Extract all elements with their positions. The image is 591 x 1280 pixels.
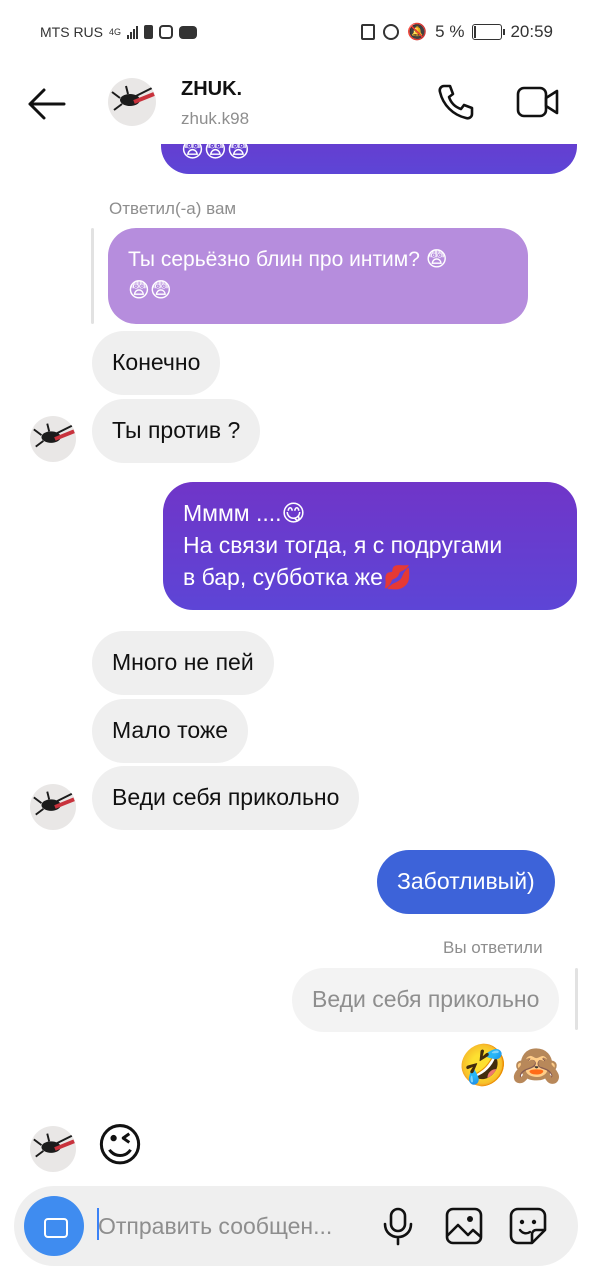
message-text: Веди себя прикольно xyxy=(112,784,340,810)
carrier-label: MTS RUS xyxy=(40,24,103,40)
reply-quote-bubble[interactable]: Веди себя прикольно xyxy=(292,968,560,1032)
instagram-icon xyxy=(159,25,174,39)
battery-icon xyxy=(472,24,506,40)
reply-bar xyxy=(91,228,94,324)
reply-quote-line: 😨😨 xyxy=(128,279,172,302)
message-input[interactable] xyxy=(98,1208,378,1244)
avatar[interactable] xyxy=(108,78,156,126)
message-incoming[interactable]: Конечно xyxy=(92,331,221,395)
nfc-icon xyxy=(361,24,376,40)
avatar[interactable] xyxy=(30,416,76,462)
reply-quote-text: Веди себя прикольно xyxy=(312,986,540,1012)
message-text: Заботливый) xyxy=(397,868,535,894)
message-incoming[interactable]: Веди себя прикольно xyxy=(92,766,360,830)
status-bar: MTS RUS 4G 🔕 5 % 20:59 xyxy=(0,0,591,66)
reply-quote-line: Ты серьёзно блин про интим? 😨 xyxy=(128,248,448,271)
message-incoming[interactable]: Ты против ? xyxy=(92,399,261,463)
contact-username[interactable]: zhuk.k98 xyxy=(181,109,249,129)
message-composer xyxy=(14,1186,578,1266)
message-incoming[interactable]: Много не пей xyxy=(92,631,274,695)
message-outgoing[interactable]: Мммм ....😋 На связи тогда, я с подругами… xyxy=(163,482,577,610)
message-text: Мало тоже xyxy=(112,717,229,743)
back-arrow-icon[interactable] xyxy=(26,86,66,122)
status-left: MTS RUS 4G xyxy=(40,24,198,40)
phone-icon[interactable] xyxy=(436,82,476,122)
chat-header: ZHUK. zhuk.k98 xyxy=(0,66,591,144)
mute-icon: 🔕 xyxy=(407,24,428,41)
message-incoming-emoji[interactable]: 😉 xyxy=(96,1118,144,1172)
microphone-icon[interactable] xyxy=(380,1206,416,1246)
reply-label: Вы ответили xyxy=(443,938,543,957)
reply-bar xyxy=(575,968,578,1030)
battery-percent: 5 % xyxy=(435,22,465,41)
clock: 20:59 xyxy=(510,22,553,41)
avatar[interactable] xyxy=(30,784,76,830)
message-text: в бар, субботка же💋 xyxy=(183,564,412,590)
message-outgoing[interactable]: Заботливый) xyxy=(377,850,555,914)
message-text: Мммм ....😋 xyxy=(183,500,306,526)
message-text: Ты против ? xyxy=(112,417,241,443)
video-call-icon[interactable] xyxy=(516,84,560,120)
network-label: 4G xyxy=(109,27,122,37)
message-incoming[interactable]: Мало тоже xyxy=(92,699,249,763)
gallery-icon[interactable] xyxy=(444,1206,484,1246)
alarm-icon xyxy=(383,24,400,40)
message-text: Много не пей xyxy=(112,649,254,675)
reply-quote-bubble[interactable]: Ты серьёзно блин про интим? 😨 😨😨 xyxy=(108,228,528,324)
contact-name[interactable]: ZHUK. xyxy=(181,78,242,101)
reply-label: Ответил(-а) вам xyxy=(109,199,237,218)
status-right: 🔕 5 % 20:59 xyxy=(361,22,553,42)
message-text: На связи тогда, я с подругами xyxy=(183,532,503,558)
youtube-icon xyxy=(179,25,198,39)
avatar[interactable] xyxy=(30,1126,76,1172)
sticker-icon[interactable] xyxy=(508,1206,548,1246)
camera-icon[interactable] xyxy=(24,1196,84,1256)
message-outgoing-emoji[interactable]: 🤣🙈 xyxy=(458,1042,566,1090)
signal-icon xyxy=(127,25,139,39)
sim-icon xyxy=(144,25,154,39)
message-text: Конечно xyxy=(112,349,201,375)
